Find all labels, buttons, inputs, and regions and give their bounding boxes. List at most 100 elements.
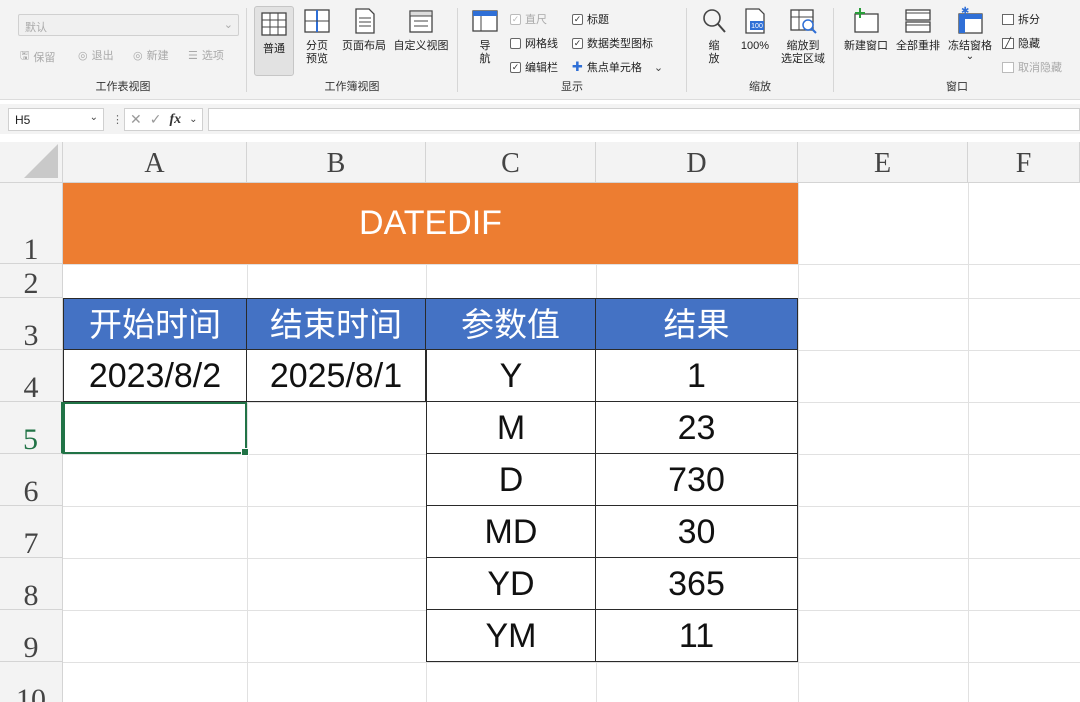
page-layout-label: 页面布局 bbox=[342, 40, 386, 52]
row-header-3[interactable]: 3 bbox=[0, 298, 63, 352]
view-options-button[interactable]: ☰ 选项 bbox=[188, 47, 224, 63]
header-cell-start-time[interactable]: 开始时间 bbox=[63, 298, 247, 350]
cell-result[interactable]: 23 bbox=[596, 402, 798, 454]
cell-param[interactable]: YM bbox=[426, 610, 596, 662]
row-number: 10 bbox=[16, 683, 46, 702]
unhide-window-label: 取消隐藏 bbox=[1018, 62, 1062, 74]
chevron-down-icon[interactable]: ⌄ bbox=[654, 61, 663, 74]
page-break-preview-button[interactable]: 分页 预览 bbox=[299, 6, 335, 66]
data-type-icons-checkbox[interactable]: ✓ 数据类型图标 bbox=[572, 35, 653, 51]
eye-exit-icon: ◎ bbox=[78, 49, 88, 62]
sheet-view-group: 默认 ⌄ 🖫 保留 ◎ 退出 ◎ 新建 ☰ 选项 工作表视图 bbox=[0, 0, 246, 100]
zoom-button[interactable]: 缩 放 bbox=[697, 6, 731, 66]
row-number: 4 bbox=[23, 371, 39, 404]
header-cell-param[interactable]: 参数值 bbox=[426, 298, 596, 350]
exit-view-button[interactable]: ◎ 退出 bbox=[78, 47, 114, 63]
cell-result[interactable]: 1 bbox=[596, 350, 798, 402]
header-cell-result[interactable]: 结果 bbox=[596, 298, 798, 350]
row-header-8[interactable]: 8 bbox=[0, 558, 63, 612]
worksheet-grid[interactable]: A B C D E F 1 2 3 4 5 6 7 8 9 10 DATEDIF… bbox=[0, 142, 1080, 702]
formula-input[interactable] bbox=[208, 108, 1080, 131]
checkbox-checked-icon: ✓ bbox=[572, 13, 583, 25]
column-header-f[interactable]: F bbox=[968, 142, 1080, 183]
row-header-6[interactable]: 6 bbox=[0, 454, 63, 508]
formula-bar-checkbox[interactable]: ✓ 编辑栏 bbox=[510, 59, 558, 75]
normal-view-button[interactable]: 普通 bbox=[254, 6, 294, 76]
cell-param[interactable]: YD bbox=[426, 558, 596, 610]
chevron-down-icon: ⌄ bbox=[965, 51, 975, 62]
page-break-preview-label: 分页 预览 bbox=[306, 40, 328, 65]
cell-result[interactable]: 365 bbox=[596, 558, 798, 610]
ribbon: 默认 ⌄ 🖫 保留 ◎ 退出 ◎ 新建 ☰ 选项 工作表视图 普通 分页 预览 … bbox=[0, 0, 1080, 100]
active-cell-selection[interactable] bbox=[63, 402, 249, 456]
row-number: 3 bbox=[23, 319, 39, 352]
column-header-a[interactable]: A bbox=[63, 142, 247, 183]
arrange-all-icon bbox=[905, 9, 931, 33]
gridlines-checkbox[interactable]: 网格线 bbox=[510, 35, 558, 51]
zoom-100-button[interactable]: 100 100% bbox=[737, 6, 773, 53]
ruler-label: 直尺 bbox=[525, 14, 547, 26]
zoom-to-selection-button[interactable]: 缩放到 选定区域 bbox=[777, 6, 829, 66]
row-header-9[interactable]: 9 bbox=[0, 610, 63, 664]
cell-result[interactable]: 30 bbox=[596, 506, 798, 558]
cell-param[interactable]: M bbox=[426, 402, 596, 454]
cell-result[interactable]: 730 bbox=[596, 454, 798, 506]
page-layout-button[interactable]: 页面布局 bbox=[338, 6, 390, 53]
keep-view-button[interactable]: 🖫 保留 bbox=[20, 47, 55, 66]
row-header-5[interactable]: 5 bbox=[0, 402, 63, 456]
cell-start-date[interactable]: 2023/8/2 bbox=[63, 350, 247, 402]
merged-title-cell[interactable]: DATEDIF bbox=[63, 183, 798, 264]
insert-function-icon[interactable]: fx bbox=[169, 112, 181, 128]
navigation-pane-icon bbox=[472, 10, 498, 32]
custom-views-button[interactable]: 自定义视图 bbox=[390, 6, 452, 53]
cell-param[interactable]: Y bbox=[426, 350, 596, 402]
new-view-button[interactable]: ◎ 新建 bbox=[133, 47, 169, 63]
cell-result[interactable]: 11 bbox=[596, 610, 798, 662]
sheet-view-selector[interactable]: 默认 ⌄ bbox=[18, 14, 239, 36]
row-header-2[interactable]: 2 bbox=[0, 264, 63, 300]
zoom-100-icon-text: 100 bbox=[751, 23, 763, 30]
column-header-c[interactable]: C bbox=[426, 142, 596, 183]
window-group: 新建窗口 全部重排 ✱ 冻结窗格 ⌄ 拆分 ╱ 隐藏 取消隐藏 窗口 bbox=[834, 0, 1080, 100]
headings-checkbox[interactable]: ✓ 标题 bbox=[572, 11, 609, 27]
focus-cell-button[interactable]: ✚ 焦点单元格 ⌄ bbox=[572, 59, 663, 75]
zoom-100-icon: 100 bbox=[745, 8, 765, 34]
cancel-icon[interactable]: ✕ bbox=[130, 111, 142, 128]
row-header-4[interactable]: 4 bbox=[0, 350, 63, 404]
row-header-1[interactable]: 1 bbox=[0, 183, 63, 266]
hide-window-button[interactable]: ╱ 隐藏 bbox=[1002, 35, 1040, 51]
select-all-triangle-icon bbox=[24, 144, 58, 178]
name-box-value: H5 bbox=[15, 113, 31, 127]
row-header-7[interactable]: 7 bbox=[0, 506, 63, 560]
zoom-to-selection-label: 缩放到 选定区域 bbox=[781, 40, 825, 65]
column-header-d[interactable]: D bbox=[596, 142, 798, 183]
normal-view-icon bbox=[261, 12, 287, 36]
arrange-all-button[interactable]: 全部重排 bbox=[894, 6, 942, 53]
column-header-b[interactable]: B bbox=[247, 142, 426, 183]
name-box[interactable]: H5 ⌄ bbox=[8, 108, 104, 131]
split-button[interactable]: 拆分 bbox=[1002, 11, 1040, 27]
chevron-down-icon[interactable]: ⌄ bbox=[90, 112, 98, 123]
enter-check-icon[interactable]: ✓ bbox=[150, 111, 162, 128]
cell-param[interactable]: MD bbox=[426, 506, 596, 558]
window-group-label: 窗口 bbox=[946, 81, 968, 93]
chevron-down-icon[interactable]: ⌄ bbox=[189, 114, 197, 125]
ruler-checkbox[interactable]: ✓ 直尺 bbox=[510, 11, 547, 27]
freeze-panes-button[interactable]: ✱ 冻结窗格 ⌄ bbox=[946, 6, 994, 62]
row-number: 6 bbox=[23, 475, 39, 508]
new-window-button[interactable]: 新建窗口 bbox=[842, 6, 890, 53]
zoom-label: 缩 放 bbox=[708, 40, 720, 65]
cell-param[interactable]: D bbox=[426, 454, 596, 506]
column-header-e[interactable]: E bbox=[798, 142, 968, 183]
navigation-button[interactable]: 导 航 bbox=[470, 6, 500, 66]
formula-actions: ✕ ✓ fx ⌄ bbox=[124, 108, 203, 131]
checkbox-checked-icon: ✓ bbox=[572, 37, 583, 49]
unhide-window-button[interactable]: 取消隐藏 bbox=[1002, 59, 1062, 75]
row-number: 5 bbox=[23, 423, 38, 456]
select-all-button[interactable] bbox=[0, 142, 63, 183]
header-cell-end-time[interactable]: 结束时间 bbox=[247, 298, 426, 350]
cell-end-date[interactable]: 2025/8/1 bbox=[247, 350, 426, 402]
row-header-10[interactable]: 10 bbox=[0, 662, 63, 702]
formula-bar-grip[interactable]: ⋮ bbox=[112, 113, 123, 126]
show-group: 导 航 ✓ 直尺 网格线 ✓ 编辑栏 ✓ 标题 ✓ 数据类型图标 ✚ 焦点单元格 ⌄ 显示 bbox=[458, 0, 686, 100]
